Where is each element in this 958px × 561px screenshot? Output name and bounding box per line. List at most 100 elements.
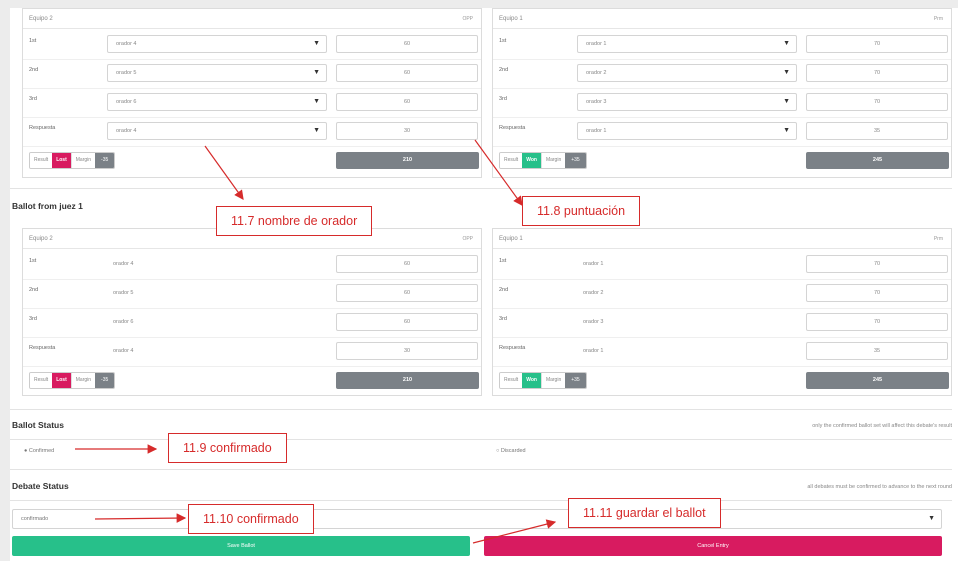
score-input[interactable]: 70 <box>806 255 948 273</box>
team-panel-equipo-1-edit: Equipo 1 Prm 1st orador 1 ▼ 70 2nd orador… <box>492 8 952 178</box>
speaker-name: orador 5 <box>113 290 134 296</box>
ballot-section-title: Ballot from juez 1 <box>12 201 83 211</box>
score-input[interactable]: 60 <box>336 93 478 111</box>
score-input[interactable]: 60 <box>336 255 478 273</box>
caret-down-icon: ▼ <box>783 69 790 76</box>
caret-down-icon: ▼ <box>928 515 935 522</box>
annotation-debate-confirmed: 11.10 confirmado <box>188 504 314 534</box>
margin-label: Margin <box>70 153 96 168</box>
result-label: Result <box>30 373 53 388</box>
position-label: 1st <box>29 38 37 44</box>
score-input[interactable]: 30 <box>336 122 478 140</box>
margin-label: Margin <box>70 373 96 388</box>
speaker-name: orador 2 <box>583 290 604 296</box>
ballot-status-discarded-option[interactable]: ○ Discarded <box>496 448 526 454</box>
caret-down-icon: ▼ <box>783 98 790 105</box>
result-lost-badge[interactable]: Lost <box>52 373 71 388</box>
speaker-row: 1st orador 1 70 <box>493 251 951 280</box>
ballot-status-confirmed-option[interactable]: ● Confirmed <box>24 448 54 454</box>
speaker-select[interactable]: orador 1 ▼ <box>577 35 797 53</box>
confirmed-label: Confirmed <box>28 448 55 454</box>
save-ballot-button[interactable]: Save Ballot <box>12 536 470 556</box>
margin-value: +35 <box>565 153 586 168</box>
score-input[interactable]: 60 <box>336 284 478 302</box>
position-label: Respuesta <box>499 345 526 351</box>
team-panel-equipo-1-view: Equipo 1 Prm 1st orador 1 70 2nd orador … <box>492 228 952 396</box>
discarded-label: Discarded <box>500 448 526 454</box>
score-input[interactable]: 70 <box>806 284 948 302</box>
score-input[interactable]: 60 <box>336 313 478 331</box>
position-label: 2nd <box>29 287 39 293</box>
result-control: Result Won Margin +35 <box>499 152 587 169</box>
score-input[interactable]: 35 <box>806 122 948 140</box>
cancel-entry-button[interactable]: Cancel Entry <box>484 536 942 556</box>
annotation-save-ballot: 11.11 guardar el ballot <box>568 498 721 528</box>
speaker-select-value: orador 4 <box>116 41 137 47</box>
speaker-row: Respuesta orador 4 30 <box>23 338 481 367</box>
side-label: Prm <box>933 16 943 22</box>
ballot-status-title: Ballot Status <box>12 420 64 430</box>
score-input[interactable]: 30 <box>336 342 478 360</box>
speaker-row: 3rd orador 3 70 <box>493 309 951 338</box>
speaker-select[interactable]: orador 5 ▼ <box>107 64 327 82</box>
position-label: 2nd <box>29 67 39 73</box>
speaker-name: orador 4 <box>113 348 134 354</box>
score-input[interactable]: 70 <box>806 93 948 111</box>
side-label: OPP <box>462 16 473 22</box>
score-input[interactable]: 35 <box>806 342 948 360</box>
speaker-row: 2nd orador 2 70 <box>493 280 951 309</box>
score-input[interactable]: 70 <box>806 35 948 53</box>
team-name: Equipo 2 <box>29 236 53 242</box>
score-input[interactable]: 70 <box>806 313 948 331</box>
result-lost-badge[interactable]: Lost <box>52 153 71 168</box>
result-won-badge[interactable]: Won <box>522 153 541 168</box>
position-label: 1st <box>29 258 37 264</box>
speaker-row: 1st orador 4 60 <box>23 251 481 280</box>
annotation-score: 11.8 puntuación <box>522 196 641 226</box>
score-input[interactable]: 70 <box>806 64 948 82</box>
radio-checked-icon: ● <box>24 448 28 454</box>
speaker-select-value: orador 6 <box>116 99 137 105</box>
speaker-row: 1st orador 1 ▼ 70 <box>493 31 951 60</box>
team-name: Equipo 1 <box>499 16 523 22</box>
speaker-select[interactable]: orador 4 ▼ <box>107 35 327 53</box>
speaker-select[interactable]: orador 1 ▼ <box>577 122 797 140</box>
result-won-badge[interactable]: Won <box>522 373 541 388</box>
margin-label: Margin <box>540 153 566 168</box>
result-label: Result <box>500 373 523 388</box>
position-label: 3rd <box>499 96 507 102</box>
speaker-row: Respuesta orador 1 35 <box>493 338 951 367</box>
speaker-select-value: orador 1 <box>586 128 607 134</box>
score-input[interactable]: 60 <box>336 64 478 82</box>
team-name: Equipo 1 <box>499 236 523 242</box>
team-panel-equipo-2-edit: Equipo 2 OPP 1st orador 4 ▼ 60 2nd orador… <box>22 8 482 178</box>
radio-unchecked-icon: ○ <box>496 448 500 454</box>
annotation-ballot-confirmed: 11.9 confirmado <box>168 433 287 463</box>
speaker-row: Respuesta orador 4 ▼ 30 <box>23 118 481 147</box>
speaker-name: orador 1 <box>583 261 604 267</box>
speaker-select[interactable]: orador 6 ▼ <box>107 93 327 111</box>
debate-status-select[interactable]: confirmado ▼ <box>12 509 942 529</box>
position-label: 2nd <box>499 67 509 73</box>
speaker-select[interactable]: orador 2 ▼ <box>577 64 797 82</box>
position-label: Respuesta <box>29 345 56 351</box>
speaker-select-value: orador 1 <box>586 41 607 47</box>
speaker-name: orador 6 <box>113 319 134 325</box>
speaker-row: 2nd orador 5 60 <box>23 280 481 309</box>
speaker-select[interactable]: orador 4 ▼ <box>107 122 327 140</box>
speaker-select-value: orador 4 <box>116 128 137 134</box>
debate-status-value: confirmado <box>21 516 49 522</box>
speaker-select[interactable]: orador 3 ▼ <box>577 93 797 111</box>
ballot-status-note: only the confirmed ballot set will affec… <box>812 423 952 429</box>
speaker-name: orador 3 <box>583 319 604 325</box>
result-control: Result Lost Margin -35 <box>29 152 116 169</box>
caret-down-icon: ▼ <box>313 98 320 105</box>
margin-label: Margin <box>540 373 566 388</box>
position-label: Respuesta <box>29 125 56 131</box>
speaker-row: Respuesta orador 1 ▼ 35 <box>493 118 951 147</box>
annotation-speaker-name: 11.7 nombre de orador <box>216 206 373 236</box>
caret-down-icon: ▼ <box>783 40 790 47</box>
position-label: 3rd <box>29 96 37 102</box>
score-input[interactable]: 60 <box>336 35 478 53</box>
total-score: 210 <box>336 372 479 389</box>
